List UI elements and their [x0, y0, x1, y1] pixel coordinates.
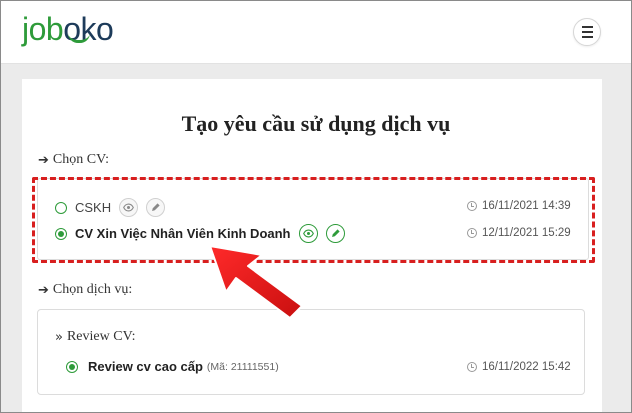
- highlight-annotation-box: [32, 177, 595, 263]
- service-date: 16/11/2022 15:42: [467, 361, 571, 373]
- hamburger-icon: [581, 26, 593, 28]
- arrow-right-icon: ➔: [38, 152, 49, 168]
- page-title: Tạo yêu cầu sử dụng dịch vụ: [181, 111, 451, 136]
- service-item[interactable]: Review cv cao cấp (Mã: 21111551): [66, 359, 279, 374]
- clock-icon: [467, 362, 477, 372]
- double-chevron-icon: »: [55, 329, 63, 345]
- top-navbar: joboko: [0, 0, 632, 64]
- service-group-label: » Review CV:: [55, 329, 136, 345]
- service-radio-selected[interactable]: [66, 360, 78, 373]
- service-list: [37, 309, 585, 395]
- joboko-logo[interactable]: joboko: [22, 7, 114, 51]
- service-code: (Mã: 21111551): [206, 360, 279, 373]
- service-name: Review cv cao cấp: [88, 359, 203, 374]
- cv-section-label: ➔ Chọn CV:: [38, 152, 110, 168]
- hamburger-menu-button[interactable]: [573, 18, 601, 46]
- arrow-right-icon: ➔: [38, 282, 49, 298]
- service-section-label: ➔ Chọn dịch vụ:: [38, 282, 133, 298]
